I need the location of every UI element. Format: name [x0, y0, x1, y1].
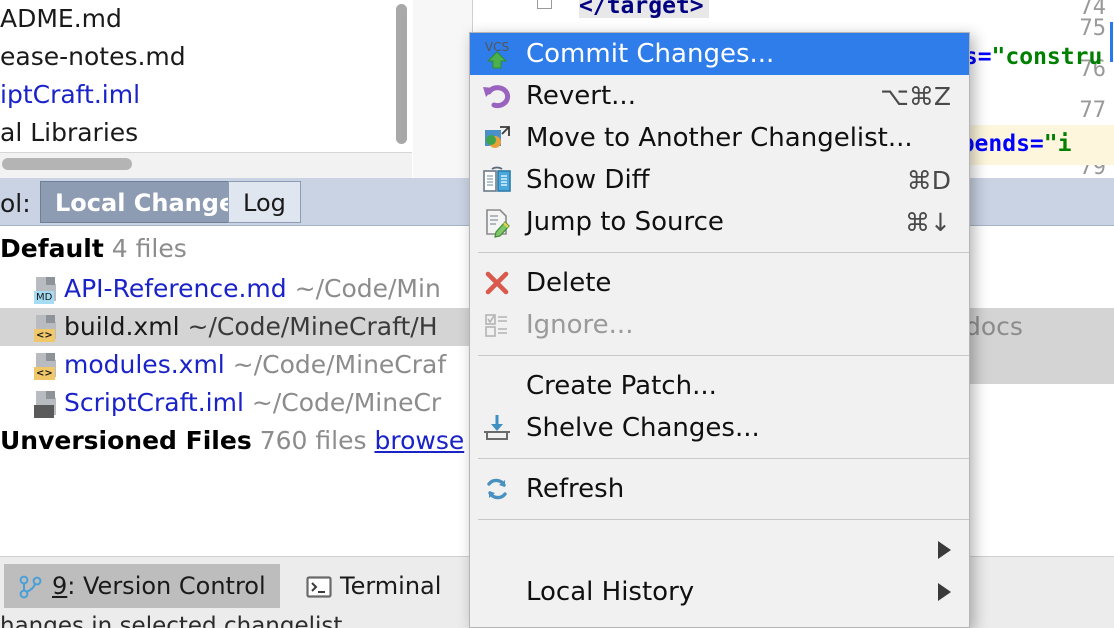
project-tree-row[interactable]: ADME.md — [0, 0, 390, 38]
browse-link[interactable]: browse — [366, 426, 464, 455]
ignore-icon — [476, 308, 518, 342]
no-icon-placeholder — [476, 369, 518, 403]
menu-separator — [478, 252, 969, 253]
menu-item-create-patch[interactable]: Create Patch... — [470, 365, 969, 407]
bottom-tab-version-control[interactable]: 9: Version Control — [4, 564, 280, 608]
terminal-icon — [306, 569, 332, 598]
xml-file-icon: <> — [34, 314, 58, 342]
file-name: API-Reference.md — [64, 274, 287, 303]
file-type-badge: <> — [34, 367, 55, 380]
menu-item-shelve-changes[interactable]: Shelve Changes... — [470, 407, 969, 449]
changelist-selected-band — [965, 346, 1114, 384]
markdown-file-icon: MD — [34, 276, 58, 304]
project-tree-panel[interactable]: ADME.md ease-notes.md iptCraft.iml al Li… — [0, 0, 390, 152]
file-type-badge: <> — [34, 329, 55, 342]
menu-item-label: Shelve Changes... — [526, 413, 760, 443]
iml-file-icon — [34, 390, 58, 418]
file-path: ~/Code/MineCraf — [232, 350, 447, 379]
bottom-tab-label: : Version Control — [67, 572, 266, 600]
editor-gutter[interactable] — [413, 0, 473, 178]
code-fold-toggle[interactable] — [537, 0, 552, 9]
menu-item-jump-to-source[interactable]: Jump to Source ⌘↓ — [470, 201, 969, 243]
menu-item-git[interactable]: Local History — [470, 571, 969, 613]
line-number: 75 — [1079, 16, 1107, 41]
status-bar-text: hanges in selected changelist — [0, 613, 343, 628]
file-name: modules.xml — [64, 350, 225, 379]
file-name: ScriptCraft.iml — [64, 388, 244, 417]
menu-item-show-diff[interactable]: Show Diff ⌘D — [470, 159, 969, 201]
menu-item-commit-changes[interactable]: VCS Commit Changes... — [470, 33, 969, 75]
menu-item-label: Ignore... — [526, 310, 634, 340]
bottom-tab-terminal[interactable]: Terminal — [292, 564, 455, 608]
menu-item-local-history[interactable] — [470, 529, 969, 571]
vcs-commit-icon: VCS — [476, 37, 518, 71]
tab-log[interactable]: Log — [228, 181, 301, 223]
editor-token-string: "constru — [991, 44, 1103, 70]
menu-item-shortcut: ⌘D — [906, 165, 951, 195]
delete-x-icon — [476, 266, 518, 300]
editor-code-line: </target> — [579, 0, 704, 19]
project-tree-row[interactable]: al Libraries — [0, 114, 390, 152]
menu-item-label: Refresh — [526, 474, 625, 504]
xml-file-icon: <> — [34, 352, 58, 380]
menu-item-label: Jump to Source — [526, 207, 724, 237]
ide-window: ADME.md ease-notes.md iptCraft.iml al Li… — [0, 0, 1114, 628]
menu-item-shortcut: ⌥⌘Z — [880, 81, 951, 111]
menu-item-label: Delete — [526, 268, 612, 298]
menu-item-shortcut: ⌘↓ — [905, 207, 951, 237]
submenu-arrow-icon — [938, 583, 951, 601]
file-type-badge — [34, 405, 54, 418]
project-tree-row[interactable]: iptCraft.iml — [0, 76, 390, 114]
file-path: ~/Code/MineCr — [251, 388, 442, 417]
menu-item-revert[interactable]: Revert... ⌥⌘Z — [470, 75, 969, 117]
changelist-name: Unversioned Files — [0, 426, 252, 455]
menu-item-move-to-another-changelist[interactable]: Move to Another Changelist... — [470, 117, 969, 159]
menu-item-label: Show Diff — [526, 165, 650, 195]
bottom-tab-label: Terminal — [340, 572, 442, 600]
vcs-context-menu[interactable]: VCS Commit Changes... Revert... ⌥⌘Z Move… — [469, 32, 970, 628]
menu-separator — [478, 355, 969, 356]
file-path: ~/Code/Min — [294, 274, 441, 303]
move-changelist-icon — [476, 121, 518, 155]
editor-caret — [1110, 22, 1113, 62]
menu-item-label: Revert... — [526, 81, 636, 111]
bottom-tab-number: 9 — [52, 572, 68, 600]
editor-code-line: ds="constru — [950, 44, 1102, 70]
menu-item-label: Local History — [526, 577, 695, 607]
changelist-name: Default — [0, 234, 104, 263]
refresh-icon — [476, 472, 518, 506]
editor-token-string: "i — [1043, 131, 1072, 157]
jump-to-source-icon — [476, 205, 518, 239]
changelist-file-count: 760 files — [259, 426, 367, 455]
menu-item-label: Commit Changes... — [526, 39, 775, 69]
menu-item-delete[interactable]: Delete — [470, 262, 969, 304]
revert-arrow-icon — [476, 79, 518, 113]
file-path: ~/Code/MineCraft/H — [187, 312, 438, 341]
menu-item-refresh[interactable]: Refresh — [470, 468, 969, 510]
no-icon-placeholder — [476, 533, 518, 567]
menu-separator — [478, 458, 969, 459]
changelist-right-column-text: docs — [965, 312, 1023, 341]
project-tree-horizontal-scrollbar-thumb[interactable] — [2, 158, 132, 170]
show-diff-icon — [476, 163, 518, 197]
vcs-toolwindow-label: ol: — [0, 189, 31, 218]
shelve-icon — [476, 411, 518, 445]
file-type-badge: MD — [34, 291, 55, 304]
project-tree-vertical-scrollbar[interactable] — [396, 4, 407, 144]
no-icon-placeholder — [476, 575, 518, 609]
file-name: build.xml — [64, 312, 180, 341]
menu-item-label: Move to Another Changelist... — [526, 123, 913, 153]
line-number: 77 — [1079, 98, 1107, 123]
submenu-arrow-icon — [938, 541, 951, 559]
project-tree-row[interactable]: ease-notes.md — [0, 38, 390, 76]
menu-separator — [478, 519, 969, 520]
menu-item-ignore[interactable]: Ignore... — [470, 304, 969, 346]
changelist-file-count: 4 files — [111, 234, 187, 263]
menu-item-label: Create Patch... — [526, 371, 717, 401]
branch-icon — [18, 569, 44, 599]
